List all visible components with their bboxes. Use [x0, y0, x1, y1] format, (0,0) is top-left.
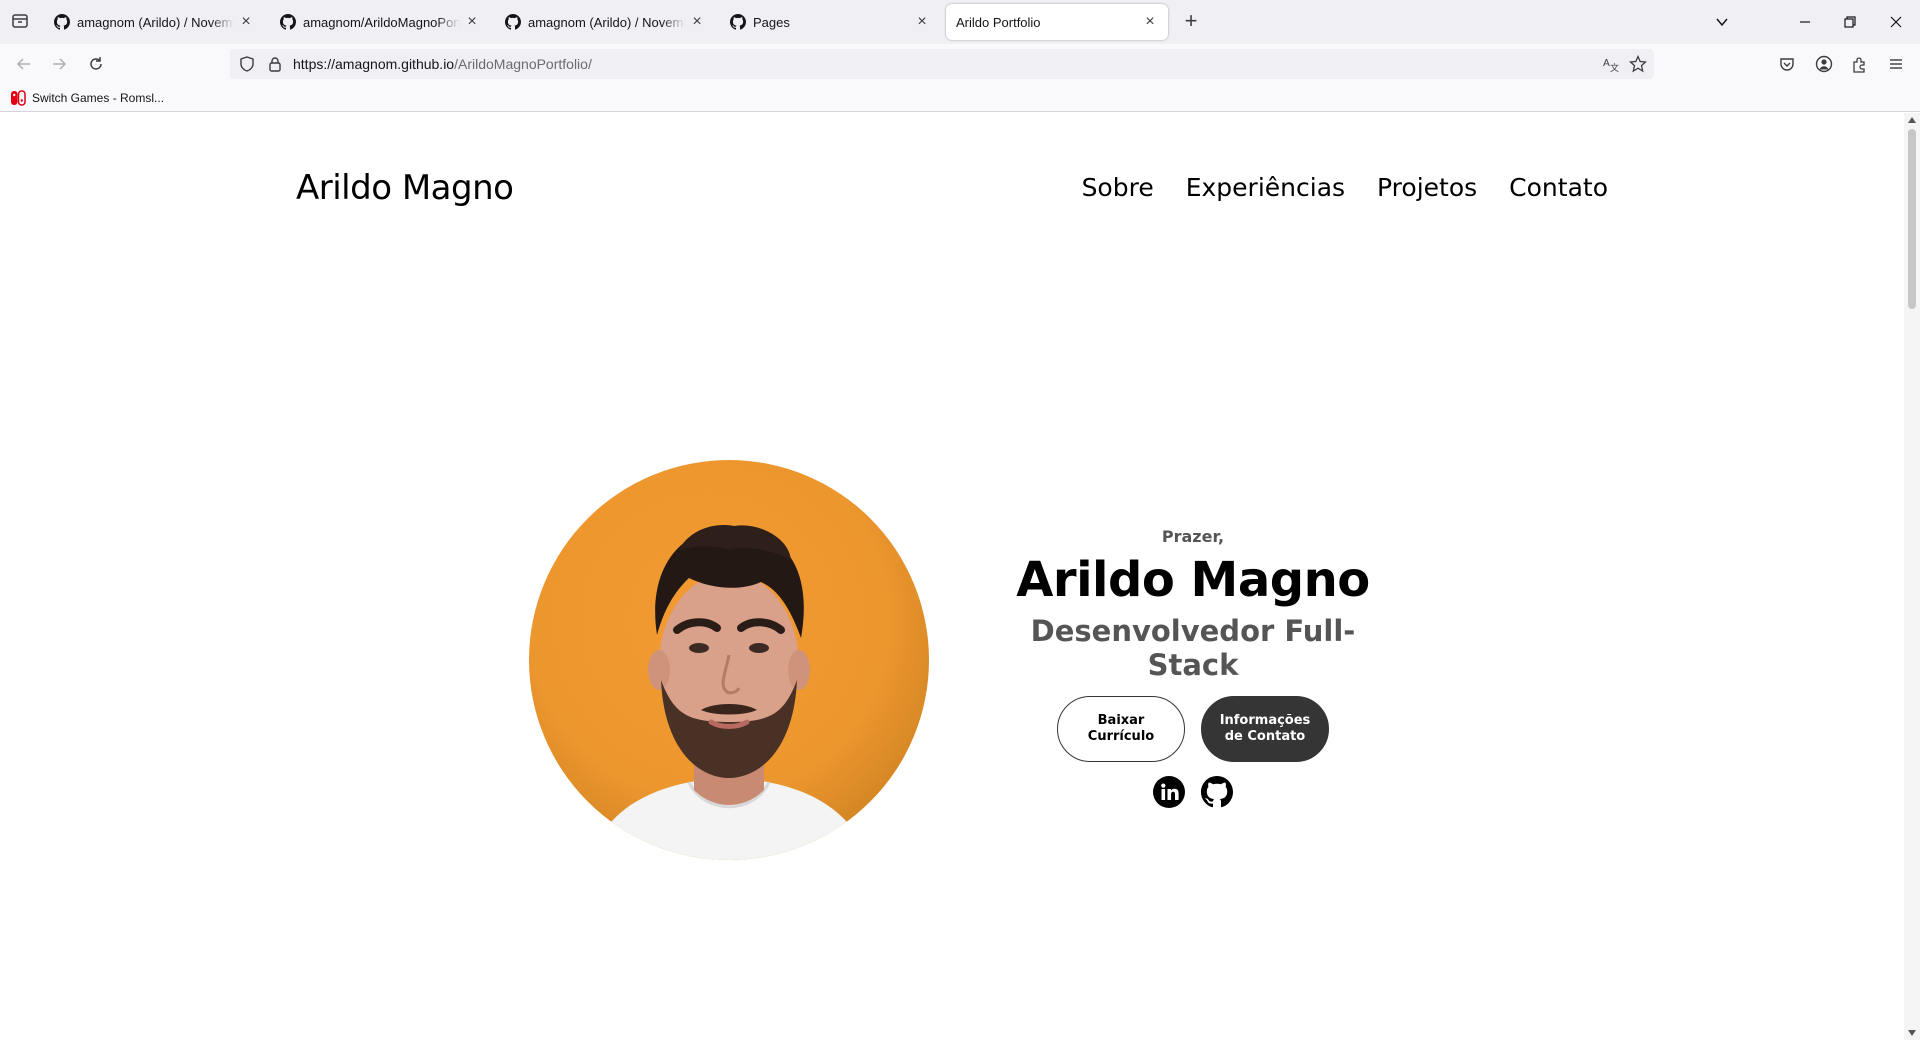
menu-icon[interactable] [1885, 53, 1907, 75]
nav-link-contato[interactable]: Contato [1509, 173, 1608, 202]
close-window-icon[interactable] [1882, 8, 1910, 36]
svg-text:A: A [1603, 58, 1610, 69]
reload-icon[interactable] [85, 53, 107, 75]
hero-buttons: Baixar Currículo Informações de Contato [1000, 696, 1386, 762]
tab-overview-icon[interactable] [10, 11, 30, 31]
download-cv-button[interactable]: Baixar Currículo [1057, 696, 1185, 762]
close-tab-icon[interactable]: × [464, 14, 480, 30]
linkedin-icon[interactable] [1153, 776, 1185, 808]
tab-github-profile-2[interactable]: amagnom (Arildo) / November × [495, 4, 715, 40]
url-host: https://amagnom.github.io [293, 56, 455, 72]
github-favicon-icon [730, 14, 746, 30]
lock-icon[interactable] [264, 53, 286, 75]
hero-intro: Prazer, Arildo Magno Desenvolvedor Full-… [1000, 527, 1386, 808]
social-links [1000, 776, 1386, 808]
bookmark-star-icon[interactable] [1627, 53, 1649, 75]
tab-title: amagnom (Arildo) / November [528, 14, 685, 30]
profile-portrait-illustration [589, 525, 869, 860]
forward-icon[interactable] [48, 53, 70, 75]
scroll-down-arrow-icon[interactable] [1908, 1030, 1916, 1036]
bookmark-label: Switch Games - Romsl... [32, 91, 165, 105]
greeting-text: Prazer, [1161, 527, 1225, 546]
portfolio-page: Arildo Magno Sobre Experiências Projetos… [0, 113, 1904, 1040]
svg-text:文: 文 [1610, 62, 1619, 73]
site-nav: Sobre Experiências Projetos Contato [1082, 173, 1608, 202]
github-icon[interactable] [1201, 776, 1233, 808]
scroll-thumb[interactable] [1908, 129, 1916, 309]
hero-name: Arildo Magno [1016, 552, 1370, 608]
tab-arildo-portfolio[interactable]: Arildo Portfolio × [946, 4, 1168, 40]
pocket-icon[interactable] [1776, 53, 1798, 75]
github-favicon-icon [54, 14, 70, 30]
hero-role: Desenvolvedor Full-Stack [1030, 614, 1356, 682]
site-logo[interactable]: Arildo Magno [296, 168, 514, 208]
url-text[interactable]: https://amagnom.github.io/ArildoMagnoPor… [293, 56, 592, 72]
github-favicon-icon [280, 14, 296, 30]
tab-title: Pages [753, 14, 790, 30]
url-path: /ArildoMagnoPortfolio/ [454, 56, 592, 72]
nav-link-sobre[interactable]: Sobre [1082, 173, 1154, 202]
tab-title: amagnom/ArildoMagnoPortfolio [303, 14, 460, 30]
tab-title: Arildo Portfolio [956, 14, 1041, 30]
tab-github-repo[interactable]: amagnom/ArildoMagnoPortfolio × [270, 4, 490, 40]
close-tab-icon[interactable]: × [238, 14, 254, 30]
scroll-up-arrow-icon[interactable] [1908, 117, 1916, 123]
github-favicon-icon [505, 14, 521, 30]
url-bar[interactable]: https://amagnom.github.io/ArildoMagnoPor… [230, 49, 1654, 79]
tab-pages[interactable]: Pages × [720, 4, 940, 40]
tracking-protection-icon[interactable] [236, 53, 258, 75]
navigation-toolbar: https://amagnom.github.io/ArildoMagnoPor… [0, 44, 1920, 84]
nintendo-switch-icon [11, 90, 26, 106]
list-all-tabs-icon[interactable] [1708, 8, 1736, 36]
close-tab-icon[interactable]: × [689, 14, 705, 30]
tab-title: amagnom (Arildo) / November [77, 14, 234, 30]
profile-photo [529, 460, 929, 860]
translate-icon[interactable]: A文 [1600, 53, 1622, 75]
contact-info-button[interactable]: Informações de Contato [1201, 696, 1329, 762]
bookmarks-toolbar: Switch Games - Romsl... [0, 84, 1920, 112]
back-icon[interactable] [13, 53, 35, 75]
new-tab-icon[interactable]: + [1179, 10, 1203, 34]
extensions-icon[interactable] [1849, 53, 1871, 75]
nav-link-projetos[interactable]: Projetos [1377, 173, 1477, 202]
minimize-icon[interactable] [1791, 8, 1819, 36]
close-tab-icon[interactable]: × [914, 14, 930, 30]
bookmark-switch-games[interactable]: Switch Games - Romsl... [10, 89, 164, 107]
close-tab-icon[interactable]: × [1142, 14, 1158, 30]
page-scrollbar[interactable] [1904, 113, 1920, 1040]
nav-link-experiencias[interactable]: Experiências [1186, 173, 1345, 202]
restore-icon[interactable] [1836, 8, 1864, 36]
account-icon[interactable] [1813, 53, 1835, 75]
tab-github-profile-1[interactable]: amagnom (Arildo) / November × [44, 4, 264, 40]
tab-bar: amagnom (Arildo) / November × amagnom/Ar… [0, 0, 1920, 44]
